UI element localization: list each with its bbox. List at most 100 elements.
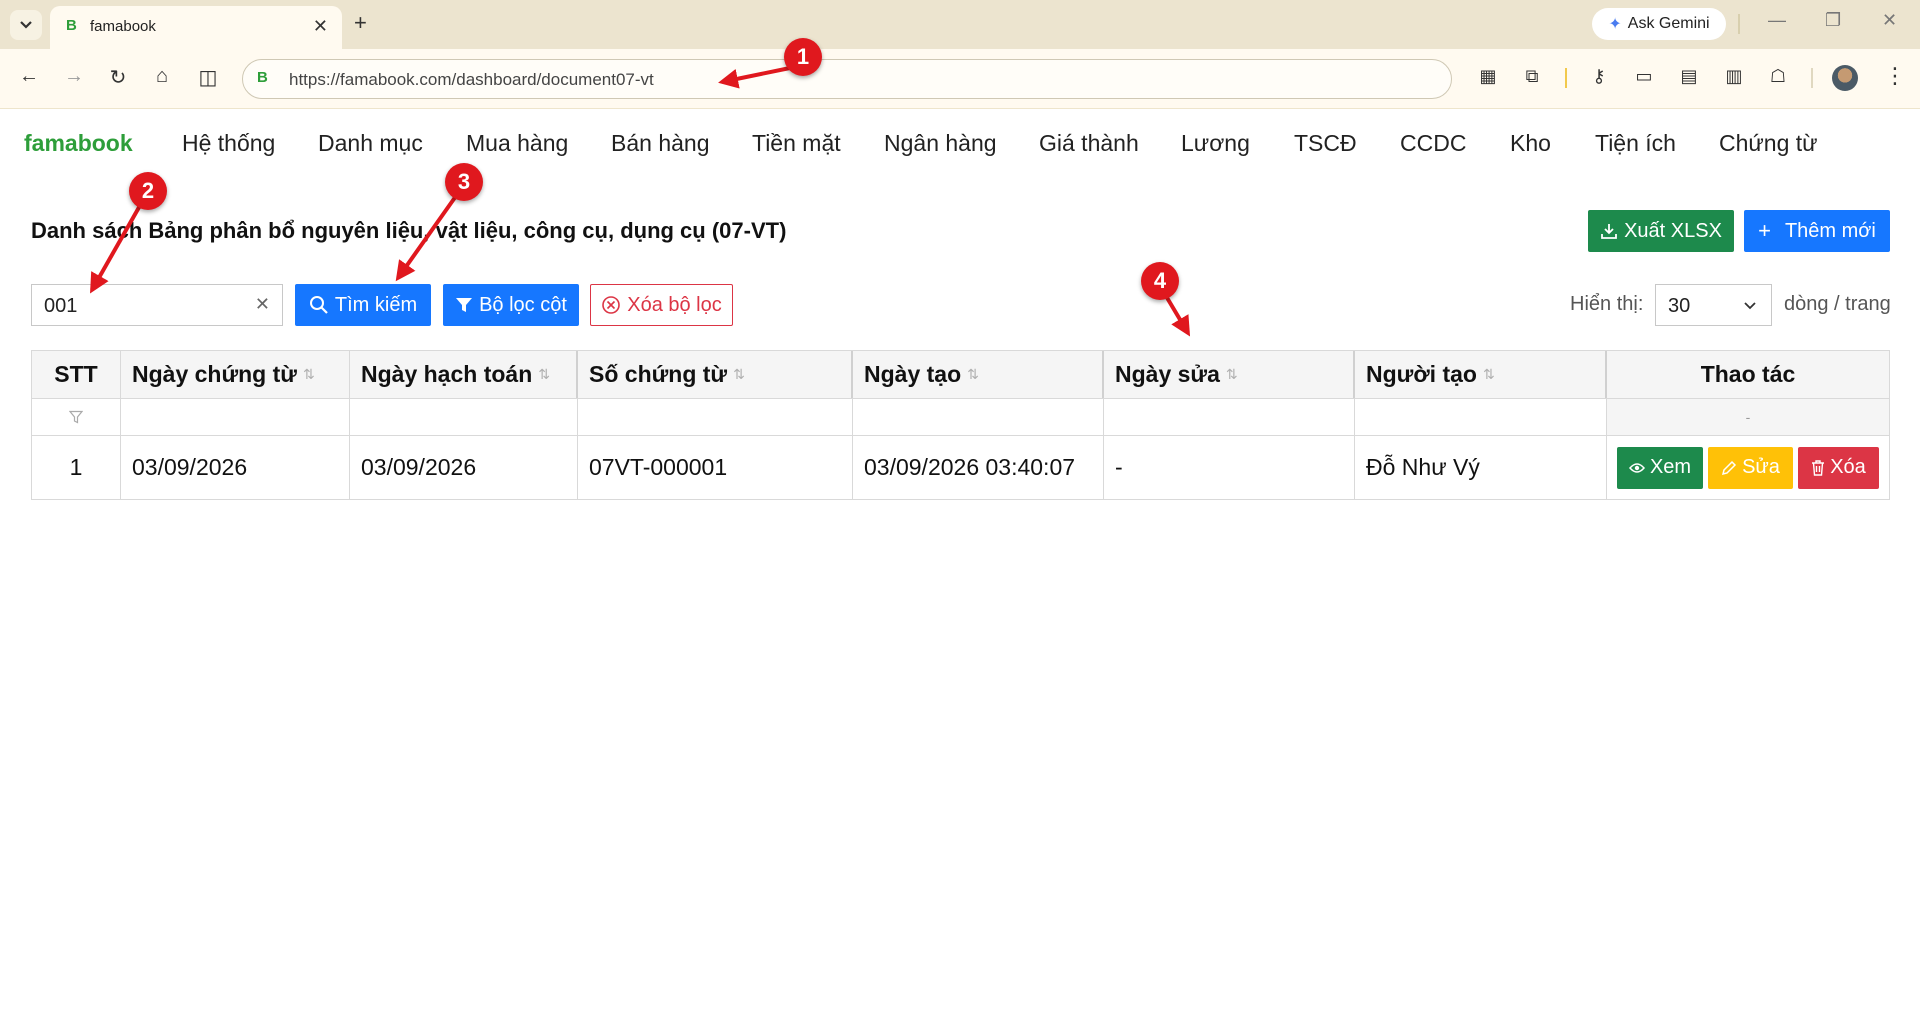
filter-ngay-hach-toan[interactable] [350, 399, 578, 435]
trash-icon [1812, 459, 1825, 476]
tab-menu-button[interactable] [10, 10, 42, 40]
search-button[interactable]: Tìm kiếm [295, 284, 431, 326]
clear-filter-button[interactable]: Xóa bộ lọc [590, 284, 733, 326]
more-menu-icon[interactable]: ⋮ [1884, 63, 1906, 89]
cell-so-chung-tu: 07VT-000001 [578, 436, 853, 499]
view-button[interactable]: Xem [1617, 446, 1703, 489]
page-size-label: Hiển thị: [1570, 293, 1644, 315]
annotation-badge-1: 1 [784, 38, 822, 76]
cell-ngay-tao: 03/09/2026 03:40:07 [853, 436, 1104, 499]
annotation-badge-2: 2 [129, 172, 167, 210]
header-nguoi-tao[interactable]: Người tạo ⇅ [1355, 351, 1607, 398]
tab-close-icon[interactable]: ✕ [313, 16, 328, 37]
sort-icon[interactable]: ⇅ [303, 366, 315, 383]
page-size-select[interactable]: 30 [1655, 284, 1772, 326]
tab-favicon: B [66, 17, 77, 34]
page-size-value: 30 [1668, 295, 1691, 317]
nav-ban-hang[interactable]: Bán hàng [611, 130, 709, 157]
filter-ngay-sua[interactable] [1104, 399, 1355, 435]
search-input[interactable]: 001 ✕ [31, 284, 283, 326]
funnel-icon [69, 410, 83, 424]
nav-mua-hang[interactable]: Mua hàng [466, 130, 568, 157]
header-so-chung-tu[interactable]: Số chứng từ ⇅ [578, 351, 853, 398]
password-key-icon[interactable]: ⚷ [1586, 66, 1612, 87]
search-input-value[interactable]: 001 [44, 295, 77, 318]
site-info-icon[interactable]: B [257, 69, 268, 86]
close-window-icon[interactable]: ✕ [1882, 10, 1897, 31]
export-xlsx-button[interactable]: Xuất XLSX [1588, 210, 1734, 252]
clear-circle-icon [602, 296, 621, 314]
filter-so-chung-tu[interactable] [578, 399, 853, 435]
rows-per-page-label: dòng / trang [1784, 293, 1891, 315]
nav-chung-tu[interactable]: Chứng từ [1719, 130, 1818, 157]
header-ngay-tao[interactable]: Ngày tạo ⇅ [853, 351, 1104, 398]
nav-tien-mat[interactable]: Tiền mặt [752, 130, 841, 157]
sort-icon[interactable]: ⇅ [733, 366, 745, 383]
cell-ngay-chung-tu: 03/09/2026 [121, 436, 350, 499]
back-icon[interactable]: ← [15, 65, 43, 88]
app-navbar: famabook Hệ thống Danh mục Mua hàng Bán … [0, 110, 1920, 176]
toolbar-divider [1565, 68, 1567, 88]
clear-filter-label: Xóa bộ lọc [627, 293, 722, 316]
table-row: 1 03/09/2026 03/09/2026 07VT-000001 03/0… [32, 436, 1889, 499]
extensions-icon[interactable]: ⧉ [1519, 66, 1545, 87]
restore-window-icon[interactable]: ❐ [1825, 10, 1841, 31]
reload-icon[interactable]: ↻ [104, 65, 132, 90]
home-icon[interactable]: ⌂ [148, 65, 176, 88]
minimize-window-icon[interactable]: — [1768, 10, 1786, 31]
filter-toggle[interactable] [32, 399, 121, 435]
sort-icon[interactable]: ⇅ [1226, 366, 1238, 383]
nav-tscd[interactable]: TSCĐ [1294, 130, 1357, 157]
edit-button[interactable]: Sửa [1708, 446, 1793, 489]
sort-icon[interactable]: ⇅ [538, 366, 550, 383]
nav-luong[interactable]: Lương [1181, 130, 1250, 157]
new-tab-button[interactable]: + [354, 10, 367, 36]
filter-ngay-chung-tu[interactable] [121, 399, 350, 435]
incognito-icon[interactable]: ☖ [1765, 66, 1791, 87]
header-ngay-sua[interactable]: Ngày sửa ⇅ [1104, 351, 1355, 398]
forward-icon[interactable]: → [60, 65, 88, 88]
cell-nguoi-tao: Đỗ Như Vý [1355, 436, 1607, 499]
sort-icon[interactable]: ⇅ [1483, 366, 1495, 383]
cell-ngay-sua: - [1104, 436, 1355, 499]
column-filter-label: Bộ lọc cột [479, 293, 567, 316]
reading-mode-icon[interactable]: ▤ [1676, 66, 1702, 87]
url-text[interactable]: https://famabook.com/dashboard/document0… [289, 70, 654, 90]
filter-thao-tac: - [1607, 399, 1889, 435]
documents-table: STT Ngày chứng từ ⇅ Ngày hạch toán ⇅ Số ch… [31, 350, 1890, 500]
browser-tab-active[interactable]: B famabook ✕ [50, 6, 342, 49]
cell-stt: 1 [32, 436, 121, 499]
column-filter-row: - [32, 399, 1889, 436]
plus-icon: + [1758, 218, 1771, 243]
add-new-button[interactable]: + Thêm mới [1744, 210, 1890, 252]
ask-gemini-label: Ask Gemini [1627, 15, 1710, 32]
chevron-down-icon [1744, 302, 1756, 310]
nav-tien-ich[interactable]: Tiện ích [1595, 130, 1676, 157]
nav-ngan-hang[interactable]: Ngân hàng [884, 130, 997, 157]
ask-gemini-button[interactable]: ✦ Ask Gemini [1592, 8, 1726, 40]
nav-he-thong[interactable]: Hệ thống [182, 130, 275, 157]
edit-label: Sửa [1742, 456, 1780, 478]
header-ngay-hach-toan[interactable]: Ngày hạch toán ⇅ [350, 351, 578, 398]
clear-search-icon[interactable]: ✕ [255, 294, 270, 315]
nav-gia-thanh[interactable]: Giá thành [1039, 130, 1139, 157]
address-bar[interactable]: B https://famabook.com/dashboard/documen… [242, 59, 1452, 99]
annotation-arrow-2 [90, 201, 144, 294]
nav-danh-muc[interactable]: Danh mục [318, 130, 423, 157]
header-ngay-chung-tu[interactable]: Ngày chứng từ ⇅ [121, 351, 350, 398]
profile-avatar[interactable] [1832, 65, 1858, 91]
delete-button[interactable]: Xóa [1798, 446, 1879, 489]
brand-logo[interactable]: famabook [24, 130, 133, 157]
search-button-label: Tìm kiếm [334, 293, 418, 316]
add-new-label: Thêm mới [1784, 219, 1876, 242]
column-filter-button[interactable]: Bộ lọc cột [443, 284, 579, 326]
sidebar-icon[interactable]: ▥ [1721, 66, 1747, 87]
nav-ccdc[interactable]: CCDC [1400, 130, 1466, 157]
nav-kho[interactable]: Kho [1510, 130, 1551, 157]
filter-nguoi-tao[interactable] [1355, 399, 1607, 435]
qr-code-icon[interactable]: ▦ [1475, 66, 1501, 87]
sort-icon[interactable]: ⇅ [967, 366, 979, 383]
filter-ngay-tao[interactable] [853, 399, 1104, 435]
split-view-icon[interactable]: ◫ [194, 65, 222, 90]
payment-card-icon[interactable]: ▭ [1631, 66, 1657, 87]
